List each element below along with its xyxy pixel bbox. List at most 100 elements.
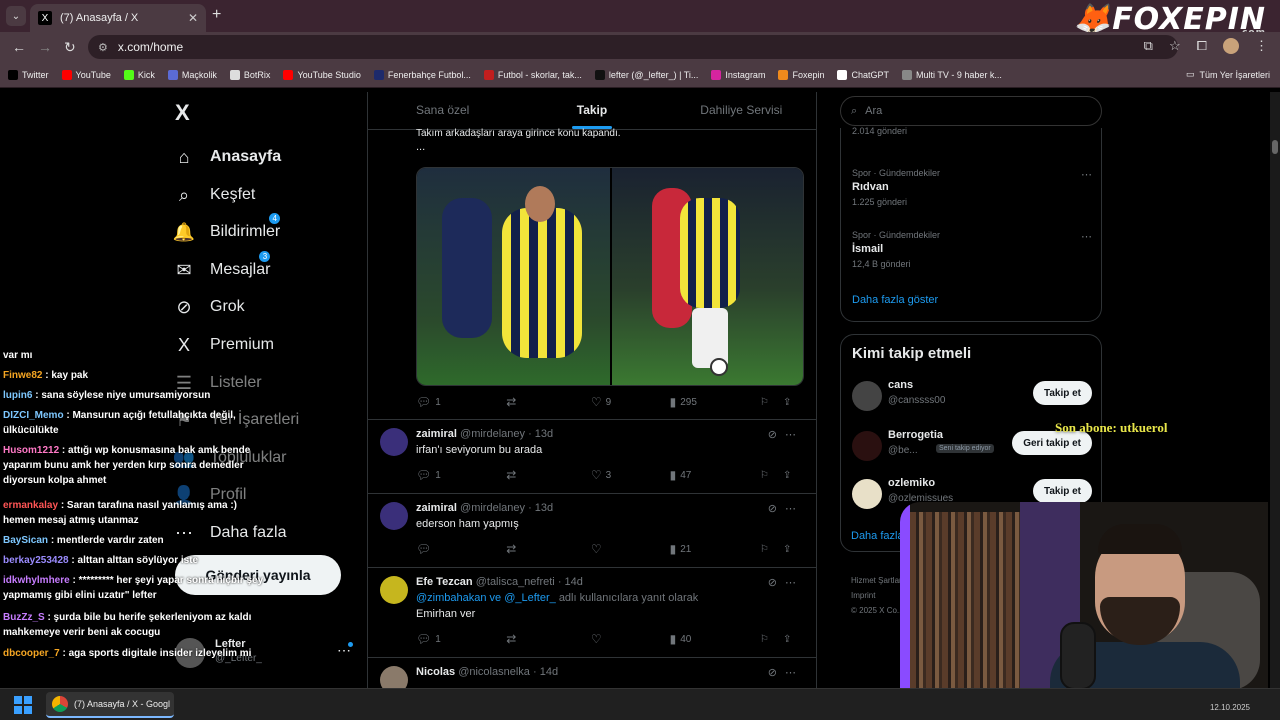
views-button[interactable]: ▮ 47 <box>670 468 760 482</box>
bookmark-item[interactable]: Multi TV - 9 haber k... <box>902 69 1002 80</box>
tweet-author-name[interactable]: Nicolas <box>416 666 455 678</box>
reload-icon[interactable]: ↻ <box>64 39 78 56</box>
new-tab-button[interactable]: + <box>212 6 221 24</box>
grok-icon[interactable]: ⊘ <box>768 503 785 515</box>
follow-button[interactable]: Takip et <box>1032 381 1092 405</box>
tweet-time[interactable]: · 14d <box>533 666 558 678</box>
retweet-button[interactable]: ⇄ <box>506 468 591 482</box>
avatar[interactable] <box>852 479 882 509</box>
extensions-icon[interactable]: ⧠ <box>1197 38 1207 54</box>
like-button[interactable]: ♡ 3 <box>591 468 670 482</box>
share-icon[interactable]: ⇪ <box>783 468 806 482</box>
avatar[interactable] <box>380 666 408 688</box>
bookmark-icon[interactable]: ⚐ <box>760 632 783 646</box>
bookmark-item[interactable]: Foxepin <box>778 69 824 80</box>
tweet-time[interactable]: · 13d <box>528 428 553 440</box>
bookmark-star-icon[interactable]: ☆ <box>1169 38 1181 54</box>
suggestion-name[interactable]: ozlemiko <box>888 477 935 489</box>
share-icon[interactable]: ⇪ <box>783 395 806 409</box>
tweet-author-name[interactable]: Efe Tezcan <box>416 576 473 588</box>
bookmark-icon[interactable]: ⚐ <box>760 542 783 556</box>
tab-for-you[interactable]: Sana özel <box>368 92 517 129</box>
retweet-button[interactable]: ⇄ <box>506 632 591 646</box>
footer-terms[interactable]: Hizmet Şartları <box>851 573 904 588</box>
retweet-button[interactable]: ⇄ <box>506 395 591 409</box>
tab-close-icon[interactable]: ✕ <box>188 11 198 25</box>
tweet-author-handle[interactable]: @mirdelaney <box>460 428 525 440</box>
bookmark-item[interactable]: Maçkolik <box>167 69 217 80</box>
grok-icon[interactable]: ⊘ <box>768 667 785 679</box>
sidebar-item-keşfet[interactable]: ⌕ Keşfet <box>170 180 255 210</box>
share-icon[interactable]: ⇪ <box>783 542 806 556</box>
tweet[interactable]: zaimiral @mirdelaney · 13d ⊘⋯ ederson ham … <box>368 494 816 568</box>
views-button[interactable]: ▮ 40 <box>670 632 760 646</box>
more-icon[interactable]: ⋯ <box>785 503 804 515</box>
sidebar-item-grok[interactable]: ⊘ Grok <box>170 292 244 322</box>
more-icon[interactable]: ⋯ <box>785 577 804 589</box>
sidebar-item-mesajlar[interactable]: ✉ 3 Mesajlar <box>170 251 271 285</box>
x-logo-icon[interactable]: X <box>175 100 190 126</box>
tweet-time[interactable]: · 14d <box>558 576 583 588</box>
follow-suggestion[interactable]: cans @canssss00 Takip et <box>852 379 1092 415</box>
trend-item[interactable]: Spor · Gündemdekiler İsmail 12,4 B gönderi… <box>852 230 1092 269</box>
bookmark-item[interactable]: ChatGPT <box>837 69 889 80</box>
bookmark-item[interactable]: YouTube Studio <box>283 69 361 80</box>
page-scrollbar[interactable] <box>1270 92 1280 688</box>
sidebar-item-bildirimler[interactable]: 🔔 4 Bildirimler <box>170 213 281 247</box>
bookmark-item[interactable]: YouTube <box>61 69 111 80</box>
like-button[interactable]: ♡ 9 <box>591 395 670 409</box>
suggestion-name[interactable]: cans <box>888 379 913 391</box>
reply-mentions[interactable]: @zimbahakan ve @_Lefter_ <box>416 592 556 604</box>
back-icon[interactable]: ← <box>12 39 26 55</box>
tweet-partial[interactable]: Takım arkadaşları araya girince konu kap… <box>368 128 816 420</box>
photo-left[interactable] <box>417 168 610 385</box>
sidebar-item-anasayfa[interactable]: ⌂ Anasayfa <box>170 142 282 172</box>
views-button[interactable]: ▮ 21 <box>670 542 760 556</box>
avatar[interactable] <box>380 502 408 530</box>
avatar[interactable] <box>380 428 408 456</box>
browser-tab[interactable]: X (7) Anasayfa / X ✕ <box>30 4 206 32</box>
tweet-time[interactable]: · 13d <box>528 502 553 514</box>
more-icon[interactable]: ⋯ <box>785 429 804 441</box>
tweet-author-name[interactable]: zaimiral <box>416 502 457 514</box>
tweet[interactable]: zaimiral @mirdelaney · 13d ⊘⋯ irfan'ı sevi… <box>368 420 816 494</box>
reply-button[interactable]: 💬︎ 1 <box>416 395 506 409</box>
tweet[interactable]: Nicolas @nicolasnelka · 14d ⊘⋯ <box>368 658 816 688</box>
tweet-author-handle[interactable]: @mirdelaney <box>460 502 525 514</box>
reply-button[interactable]: 💬︎ <box>416 542 506 556</box>
profile-avatar[interactable] <box>1223 38 1239 54</box>
more-icon[interactable]: ⋯ <box>785 667 804 679</box>
tab-following[interactable]: Takip <box>517 92 666 129</box>
omnibox[interactable]: ⚙ x.com/home <box>88 35 1178 59</box>
tab-dahiliye-servisi[interactable]: Dahiliye Servisi <box>667 92 816 129</box>
avatar[interactable] <box>852 381 882 411</box>
trend-item[interactable]: 2.014 gönderi <box>852 122 1092 136</box>
reply-button[interactable]: 💬︎ 1 <box>416 468 506 482</box>
browser-menu-icon[interactable]: ⋮ <box>1255 38 1268 54</box>
like-button[interactable]: ♡ <box>591 542 670 556</box>
views-button[interactable]: ▮ 295 <box>670 395 760 409</box>
bookmark-item[interactable]: Instagram <box>711 69 765 80</box>
who-show-more-link[interactable]: Daha fazla <box>851 530 904 542</box>
trend-more-icon[interactable]: ⋯ <box>1081 168 1092 181</box>
bookmark-item[interactable]: Futbol - skorlar, tak... <box>483 69 582 80</box>
follow-button[interactable]: Takip et <box>1032 479 1092 503</box>
reply-button[interactable]: 💬︎ 1 <box>416 632 506 646</box>
trend-more-icon[interactable]: ⋯ <box>1081 230 1092 243</box>
bookmark-item[interactable]: Twitter <box>8 69 49 80</box>
tweet-author-handle[interactable]: @nicolasnelka <box>458 666 530 678</box>
tweet-media[interactable] <box>416 167 804 386</box>
all-bookmarks[interactable]: ▭ Tüm Yer İşaretleri <box>1186 69 1270 80</box>
tweet[interactable]: Efe Tezcan @talisca_nefreti · 14d ⊘⋯ @zimb… <box>368 568 816 658</box>
bookmark-icon[interactable]: ⚐ <box>760 468 783 482</box>
tab-search-button[interactable]: ⌄ <box>6 6 26 26</box>
site-info-icon[interactable]: ⚙ <box>98 41 108 54</box>
bookmark-icon[interactable]: ⚐ <box>760 395 783 409</box>
share-icon[interactable]: ⇪ <box>783 632 806 646</box>
bookmark-item[interactable]: BotRix <box>229 69 270 80</box>
windows-start-icon[interactable] <box>14 696 32 714</box>
avatar[interactable] <box>852 431 882 461</box>
bookmark-item[interactable]: Fenerbahçe Futbol... <box>373 69 471 80</box>
avatar[interactable] <box>380 576 408 604</box>
bookmark-item[interactable]: lefter (@_lefter_) | Ti... <box>594 69 698 80</box>
